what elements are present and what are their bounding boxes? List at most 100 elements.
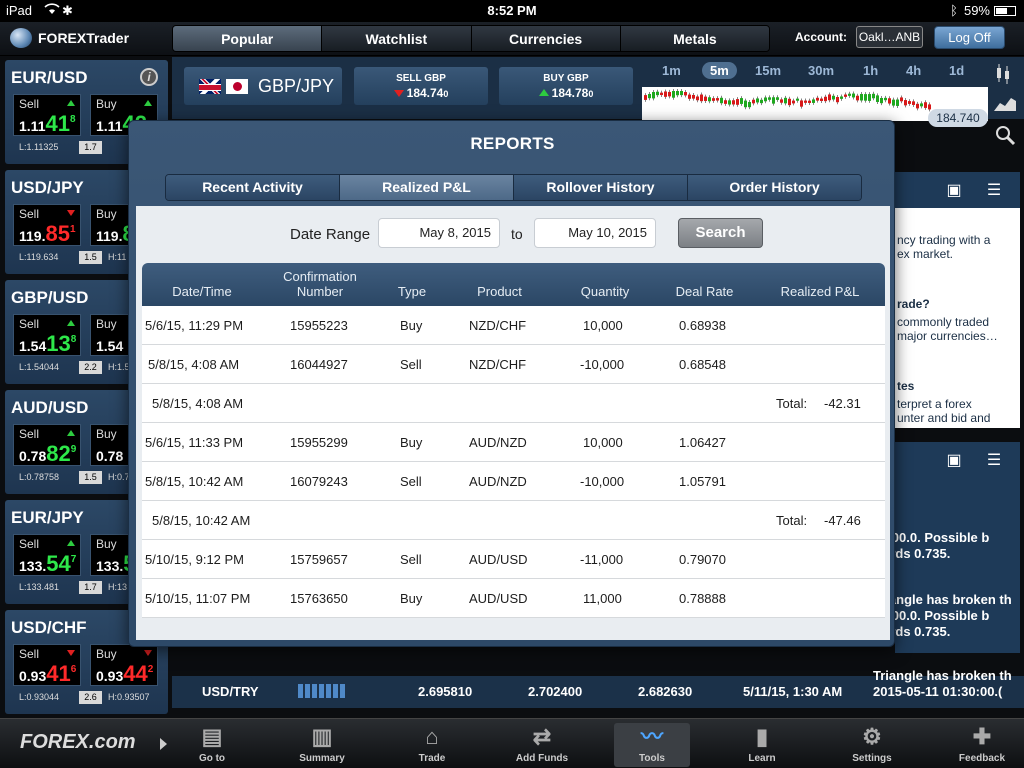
learn-button[interactable]: ▮ Learn (724, 723, 800, 767)
account-selector[interactable]: Oakl…ANB (856, 26, 923, 48)
low-price: L:1.54044 (19, 362, 60, 372)
buy-button[interactable]: BUY GBP 184.780 (499, 67, 633, 105)
buy-label: Buy (96, 427, 117, 441)
candle-body (920, 103, 923, 107)
pair-name: USD/JPY (11, 178, 84, 197)
tf-4h[interactable]: 4h (906, 63, 921, 78)
date-from-field[interactable]: May 8, 2015 (378, 218, 500, 248)
expand-arrow-icon[interactable] (160, 738, 167, 750)
table-row: 5/8/15, 4:08 AM 16044927 Sell NZD/CHF -10,00… (142, 345, 885, 384)
sell-price-box[interactable]: Sell 0.78829 (13, 424, 81, 466)
tf-5m[interactable]: 5m (702, 62, 737, 79)
sell-price-box[interactable]: Sell 119.851 (13, 204, 81, 246)
tab-popular[interactable]: Popular (173, 26, 323, 51)
chart-tools (990, 62, 1024, 156)
trade-button[interactable]: ⌂ Trade (394, 723, 470, 767)
tf-30m[interactable]: 30m (808, 63, 834, 78)
battery-status: ᛒ 59% (950, 3, 1016, 18)
tf-1d[interactable]: 1d (949, 63, 964, 78)
sell-button[interactable]: SELL GBP 184.740 (354, 67, 488, 105)
goto-button[interactable]: ▤ Go to (174, 723, 250, 767)
tab-currencies[interactable]: Currencies (471, 26, 621, 51)
tag-icon: ⌂ (425, 724, 439, 749)
cell-datetime: 5/6/15, 11:33 PM (145, 435, 244, 450)
signal-strength-icon (298, 684, 347, 701)
cell-confirmation: 15759657 (290, 552, 348, 567)
candle-body (864, 94, 867, 101)
up-arrow-icon (67, 540, 75, 546)
buy-price-box[interactable]: Buy 0.93442 (90, 644, 158, 686)
zoom-icon[interactable] (990, 124, 1020, 152)
area-chart-icon[interactable] (990, 93, 1020, 121)
tab-metals[interactable]: Metals (620, 26, 769, 51)
low-price: L:133.481 (19, 582, 60, 592)
candle-body (728, 100, 731, 105)
reports-modal: REPORTS Recent Activity Realized P&L Rol… (128, 120, 895, 647)
list-icon[interactable]: ☰ (983, 450, 1005, 470)
window-icon[interactable]: ▣ (943, 450, 965, 470)
candle-body (712, 98, 715, 101)
sell-price-box[interactable]: Sell 1.54138 (13, 314, 81, 356)
tab-rollover-history[interactable]: Rollover History (514, 175, 688, 200)
tab-realized-pl[interactable]: Realized P&L (340, 175, 514, 200)
cell-deal-rate: 1.06427 (679, 435, 726, 450)
down-arrow-icon (144, 650, 152, 656)
col-product: Product (477, 284, 522, 299)
sell-price-box[interactable]: Sell 1.11418 (13, 94, 81, 136)
window-icon[interactable]: ▣ (943, 180, 965, 200)
candle-body (748, 101, 751, 108)
book-icon: ▮ (755, 724, 769, 749)
candle-body (800, 100, 803, 107)
tf-1m[interactable]: 1m (662, 63, 681, 78)
info-icon[interactable]: i (140, 68, 158, 86)
tab-recent-activity[interactable]: Recent Activity (166, 175, 340, 200)
candle-body (720, 97, 723, 104)
reports-body: Date Range May 8, 2015 to May 10, 2015 S… (136, 206, 890, 640)
news-title[interactable]: rade? (897, 297, 930, 311)
down-arrow-icon (67, 650, 75, 656)
candlestick-icon[interactable] (990, 62, 1020, 90)
news-title[interactable]: tes (897, 379, 914, 393)
tf-15m[interactable]: 15m (755, 63, 781, 78)
candle-body (732, 100, 735, 105)
log-off-button[interactable]: Log Off (934, 26, 1005, 49)
settings-button[interactable]: ⚙ Settings (834, 723, 910, 767)
sell-price-box[interactable]: Sell 133.547 (13, 534, 81, 576)
sell-label: Sell (19, 647, 40, 661)
candle-body (868, 94, 871, 101)
date-to-field[interactable]: May 10, 2015 (534, 218, 656, 248)
tools-button[interactable]: 〰 Tools (614, 723, 690, 767)
candle-body (872, 93, 875, 99)
low-price: L:1.11325 (19, 142, 59, 152)
feedback-button[interactable]: ✚ Feedback (944, 723, 1020, 767)
top-bar: FOREXTrader Popular Watchlist Currencies… (0, 22, 1024, 56)
candle-body (648, 93, 651, 99)
sell-price-box[interactable]: Sell 0.93416 (13, 644, 81, 686)
up-arrow-icon (67, 320, 75, 326)
analysis-row-usdtry[interactable]: USD/TRY 2.695810 2.702400 2.682630 5/11/… (172, 668, 1024, 708)
cell-deal-rate: 0.79070 (679, 552, 726, 567)
cell-confirmation: 16079243 (290, 474, 348, 489)
summary-button[interactable]: ▥ Summary (284, 723, 360, 767)
selected-pair: GBP/JPY (258, 76, 335, 96)
candle-body (808, 100, 811, 103)
cell-type: Sell (400, 357, 422, 372)
cell-quantity: -11,000 (580, 552, 624, 567)
tab-order-history[interactable]: Order History (688, 175, 861, 200)
chart-line-icon: 〰 (640, 724, 663, 749)
pair-selector[interactable]: GBP/JPY (184, 67, 342, 105)
cell-datetime: 5/8/15, 4:08 AM (148, 357, 240, 372)
candle-body (784, 97, 787, 104)
up-arrow-icon (67, 430, 75, 436)
up-arrow-icon (67, 100, 75, 106)
pair-name: EUR/JPY (11, 508, 84, 527)
candle-body (756, 98, 759, 103)
candle-body (924, 102, 927, 108)
tf-1h[interactable]: 1h (863, 63, 878, 78)
buy-price: 184.780 (499, 86, 633, 100)
add-funds-button[interactable]: ⇄ Add Funds (504, 723, 580, 767)
cell-datetime: 5/8/15, 4:08 AM (152, 396, 244, 411)
search-button[interactable]: Search (678, 218, 763, 248)
tab-watchlist[interactable]: Watchlist (322, 26, 472, 51)
list-icon[interactable]: ☰ (983, 180, 1005, 200)
